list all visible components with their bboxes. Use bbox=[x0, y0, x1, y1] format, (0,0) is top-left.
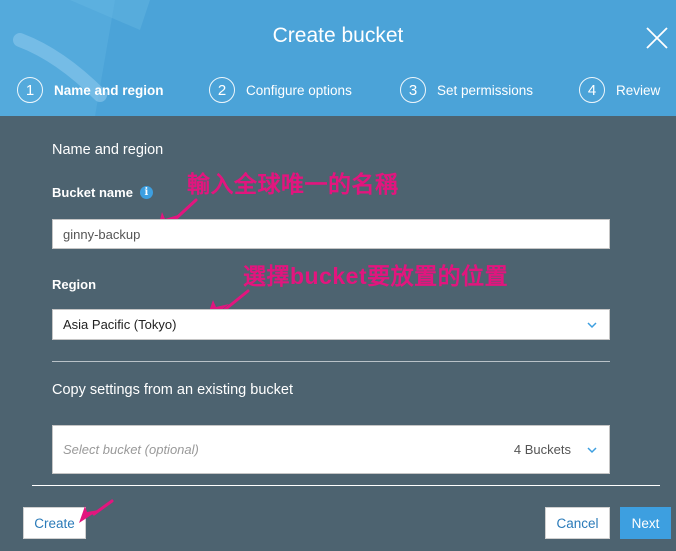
step-number: 1 bbox=[17, 77, 43, 103]
footer-divider bbox=[32, 485, 660, 486]
bucket-count: 4 Buckets bbox=[513, 442, 571, 457]
copy-settings-title: Copy settings from an existing bucket bbox=[52, 382, 293, 398]
bucket-name-input[interactable]: ginny-backup bbox=[52, 219, 610, 249]
bucket-name-label-text: Bucket name bbox=[52, 185, 133, 200]
select-bucket-dropdown[interactable]: Select bucket (optional) 4 Buckets bbox=[52, 425, 610, 474]
bucket-name-annotation: 輸入全球唯一的名稱 bbox=[187, 171, 399, 197]
step-label: Review bbox=[616, 82, 661, 98]
select-bucket-placeholder: Select bucket (optional) bbox=[63, 442, 199, 457]
step-number: 4 bbox=[579, 77, 605, 103]
step-label: Set permissions bbox=[437, 82, 534, 98]
step-set-permissions[interactable]: 3 Set permissions bbox=[400, 76, 533, 104]
step-name-and-region[interactable]: 1 Name and region bbox=[17, 76, 164, 104]
wizard-steps: 1 Name and region 2 Configure options 3 … bbox=[0, 76, 676, 104]
step-configure-options[interactable]: 2 Configure options bbox=[209, 76, 352, 104]
region-label: Region bbox=[52, 277, 97, 292]
bucket-name-value: ginny-backup bbox=[63, 226, 141, 242]
cancel-button[interactable]: Cancel bbox=[545, 507, 610, 539]
dialog-header: Create bucket 1 Name and region 2 Config… bbox=[0, 0, 676, 116]
region-value: Asia Pacific (Tokyo) bbox=[63, 317, 177, 332]
section-divider bbox=[52, 361, 610, 362]
step-review[interactable]: 4 Review bbox=[579, 76, 660, 104]
bucket-name-label: Bucket name i bbox=[52, 185, 153, 200]
close-icon[interactable] bbox=[644, 25, 670, 51]
arrow-icon bbox=[79, 499, 114, 523]
dialog-title: Create bucket bbox=[272, 24, 404, 47]
chevron-down-icon bbox=[587, 446, 597, 453]
next-button[interactable]: Next bbox=[620, 507, 671, 539]
step-number: 3 bbox=[400, 77, 426, 103]
step-number: 2 bbox=[209, 77, 235, 103]
section-title: Name and region bbox=[52, 142, 164, 158]
step-label: Configure options bbox=[246, 82, 352, 98]
chevron-down-icon bbox=[587, 321, 597, 328]
region-select[interactable]: Asia Pacific (Tokyo) bbox=[52, 309, 610, 340]
step-label: Name and region bbox=[54, 82, 164, 98]
region-annotation: 選擇bucket要放置的位置 bbox=[243, 263, 509, 289]
